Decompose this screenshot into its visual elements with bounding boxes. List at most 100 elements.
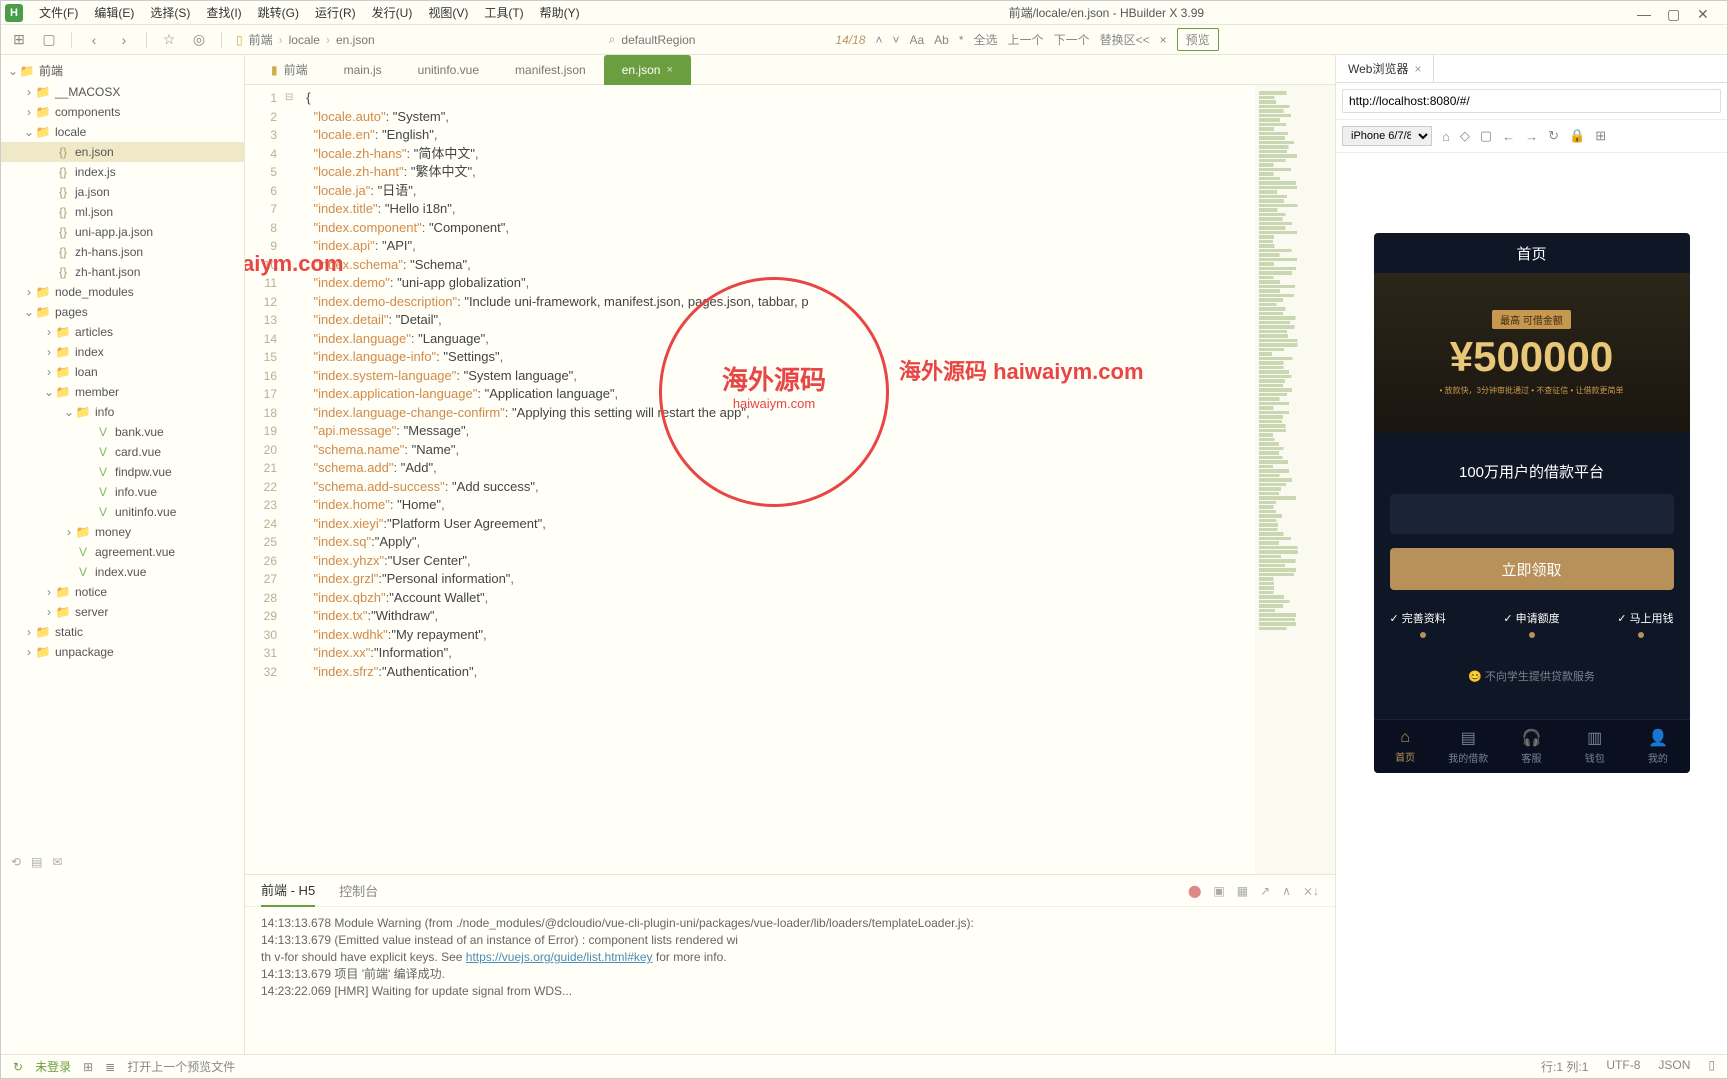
tree-item[interactable]: ›📁loan	[1, 362, 244, 382]
menu-item[interactable]: 工具(T)	[476, 2, 531, 23]
nav-me[interactable]: 👤我的	[1626, 720, 1689, 773]
tree-item[interactable]: {}ml.json	[1, 202, 244, 222]
nav-home[interactable]: ⌂首页	[1374, 720, 1437, 773]
sync-icon[interactable]: ↻	[13, 1060, 23, 1074]
phone-cta-button[interactable]: 立即领取	[1390, 548, 1674, 590]
forward-icon[interactable]: →	[1525, 129, 1538, 144]
tree-item[interactable]: Vfindpw.vue	[1, 462, 244, 482]
prev-btn[interactable]: 上一个	[1008, 31, 1044, 48]
tree-item[interactable]: ›📁server	[1, 602, 244, 622]
menu-item[interactable]: 查找(I)	[198, 2, 249, 23]
console-tab-h5[interactable]: 前端 - H5	[261, 874, 315, 907]
tree-item[interactable]: ›📁index	[1, 342, 244, 362]
phone-input[interactable]	[1390, 494, 1674, 534]
preview-tab[interactable]: Web浏览器 ×	[1336, 55, 1434, 83]
next-btn[interactable]: 下一个	[1054, 31, 1090, 48]
tree-item[interactable]: Vcard.vue	[1, 442, 244, 462]
device-select[interactable]: iPhone 6/7/8	[1342, 126, 1432, 146]
search-input[interactable]	[621, 33, 821, 47]
star-icon[interactable]: ☆	[161, 32, 177, 48]
encoding[interactable]: UTF-8	[1606, 1058, 1640, 1075]
tree-item[interactable]: ⌄📁前端	[1, 59, 244, 82]
maximize-icon[interactable]: ▢	[1667, 6, 1681, 20]
regex-toggle[interactable]: *	[959, 33, 964, 47]
tree-item[interactable]: ›📁unpackage	[1, 642, 244, 662]
language-mode[interactable]: JSON	[1658, 1058, 1690, 1075]
browser-icon[interactable]: ▣	[1213, 884, 1224, 898]
editor-tab[interactable]: manifest.json	[497, 55, 604, 85]
tree-item[interactable]: ›📁articles	[1, 322, 244, 342]
collapse-icon[interactable]: ⨯↓	[1303, 884, 1319, 898]
tree-item[interactable]: {}ja.json	[1, 182, 244, 202]
tree-item[interactable]: {}index.js	[1, 162, 244, 182]
next-match-icon[interactable]: ˅	[892, 33, 899, 47]
menu-item[interactable]: 选择(S)	[142, 2, 198, 23]
editor-tab[interactable]: ▮前端	[253, 55, 326, 85]
grid-icon[interactable]: ⊞	[83, 1060, 93, 1074]
save-icon[interactable]: ▢	[41, 32, 57, 48]
tree-item[interactable]: ⌄📁locale	[1, 122, 244, 142]
tree-item[interactable]: Vunitinfo.vue	[1, 502, 244, 522]
breadcrumb[interactable]: ▯ 前端› locale› en.json	[236, 31, 375, 48]
tree-item[interactable]: Vbank.vue	[1, 422, 244, 442]
menu-item[interactable]: 帮助(Y)	[532, 2, 588, 23]
tree-item[interactable]: ⌄📁pages	[1, 302, 244, 322]
back-icon[interactable]: ‹	[86, 32, 102, 48]
nav-support[interactable]: 🎧客服	[1500, 720, 1563, 773]
login-status[interactable]: 未登录	[35, 1058, 71, 1075]
new-tab-icon[interactable]: ⊞	[11, 32, 27, 48]
menu-item[interactable]: 运行(R)	[307, 2, 364, 23]
word-toggle[interactable]: Ab	[934, 33, 949, 47]
forward-icon[interactable]: ›	[116, 32, 132, 48]
close-search[interactable]: ×	[1160, 33, 1167, 47]
tree-item[interactable]: ›📁static	[1, 622, 244, 642]
minimap[interactable]	[1255, 85, 1335, 874]
menu-item[interactable]: 编辑(E)	[86, 2, 142, 23]
menu-item[interactable]: 跳转(G)	[250, 2, 307, 23]
editor-tab[interactable]: en.json×	[604, 55, 691, 85]
lock-icon[interactable]: 🔒	[1569, 128, 1585, 144]
chat-icon[interactable]: ✉	[52, 855, 62, 869]
tree-item[interactable]: Vinfo.vue	[1, 482, 244, 502]
search-box[interactable]: ⌕	[609, 32, 822, 47]
tree-item[interactable]: ⌄📁member	[1, 382, 244, 402]
export-icon[interactable]: ↗	[1260, 884, 1270, 898]
select-all[interactable]: 全选	[974, 31, 998, 48]
console-tab-terminal[interactable]: 控制台	[339, 875, 378, 906]
editor-tab[interactable]: main.js	[326, 55, 400, 85]
terminal-icon[interactable]: ▤	[31, 855, 42, 869]
code-editor[interactable]: 1234567891011121314151617181920212223242…	[245, 85, 1335, 874]
url-input[interactable]	[1342, 89, 1721, 113]
close-icon[interactable]: ×	[1414, 62, 1421, 76]
close-icon[interactable]: ✕	[1697, 6, 1711, 20]
home-icon[interactable]: ⌂	[1442, 129, 1450, 144]
tree-item[interactable]: {}zh-hans.json	[1, 242, 244, 262]
minimize-icon[interactable]: —	[1637, 6, 1651, 20]
menu-item[interactable]: 视图(V)	[420, 2, 476, 23]
grid-icon[interactable]: ⊞	[1595, 128, 1606, 144]
clear-icon[interactable]: ▦	[1237, 884, 1248, 898]
target-icon[interactable]: ◎	[191, 32, 207, 48]
sync-icon[interactable]: ⟲	[11, 855, 21, 869]
tree-item[interactable]: {}zh-hant.json	[1, 262, 244, 282]
case-toggle[interactable]: Aa	[909, 33, 924, 47]
prev-match-icon[interactable]: ˄	[875, 33, 882, 47]
tree-item[interactable]: Vagreement.vue	[1, 542, 244, 562]
tree-item[interactable]: Vindex.vue	[1, 562, 244, 582]
refresh-icon[interactable]: ↻	[1548, 128, 1559, 144]
tree-item[interactable]: {}uni-app.ja.json	[1, 222, 244, 242]
window-icon[interactable]: ▢	[1480, 128, 1492, 144]
expand-icon[interactable]: ∧	[1282, 884, 1291, 898]
replace-toggle[interactable]: 替换区<<	[1100, 31, 1150, 48]
nav-wallet[interactable]: ▥钱包	[1563, 720, 1626, 773]
tree-item[interactable]: {}en.json	[1, 142, 244, 162]
tree-item[interactable]: ›📁__MACOSX	[1, 82, 244, 102]
preview-button[interactable]: 预览	[1177, 28, 1219, 51]
tree-item[interactable]: ⌄📁info	[1, 402, 244, 422]
tree-item[interactable]: ›📁components	[1, 102, 244, 122]
menu-item[interactable]: 文件(F)	[31, 2, 86, 23]
collapse-icon[interactable]: ◇	[1460, 128, 1470, 144]
back-icon[interactable]: ←	[1502, 129, 1515, 144]
notify-icon[interactable]: ▯	[1708, 1058, 1715, 1075]
editor-tab[interactable]: unitinfo.vue	[400, 55, 497, 85]
